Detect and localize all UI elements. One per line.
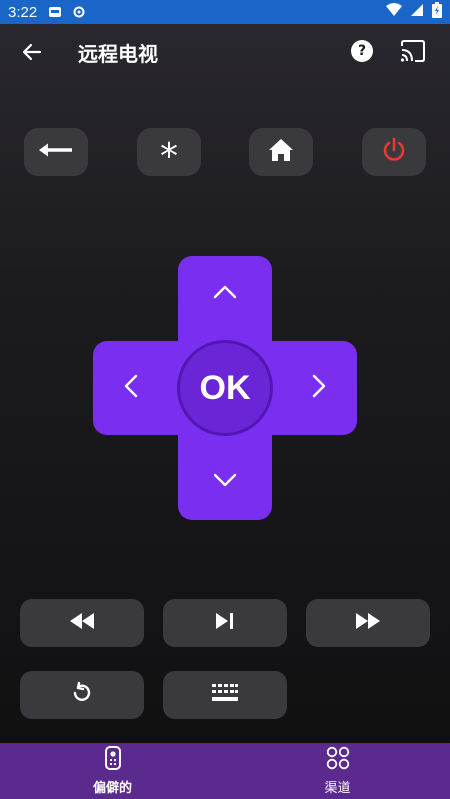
chevron-down-icon — [212, 472, 238, 492]
remote-icon — [104, 746, 122, 774]
app-notification-icon — [47, 4, 63, 20]
app-bar: 远程电视 ? — [0, 24, 450, 80]
home-button[interactable] — [249, 128, 313, 176]
dpad-left-button[interactable] — [103, 348, 159, 428]
fast-forward-icon — [355, 612, 381, 634]
dpad: OK — [93, 256, 357, 520]
grid-circles-icon — [326, 746, 350, 774]
keyboard-icon — [211, 683, 239, 707]
dpad-right-button[interactable] — [291, 348, 347, 428]
chevron-up-icon — [212, 284, 238, 304]
status-bar: 3:22 — [0, 0, 450, 24]
dpad-up-button[interactable] — [185, 266, 265, 322]
play-pause-button[interactable] — [163, 599, 287, 647]
status-time: 3:22 — [8, 3, 38, 21]
power-button[interactable] — [362, 128, 426, 176]
back-arrow-icon[interactable] — [18, 40, 46, 64]
long-arrow-left-icon — [38, 142, 74, 162]
help-icon[interactable]: ? — [351, 40, 373, 62]
top-controls: * — [24, 128, 426, 176]
cell-signal-icon — [410, 3, 424, 21]
settings-gear-icon — [71, 4, 87, 20]
replay-button[interactable] — [20, 671, 144, 719]
chevron-right-icon — [311, 373, 327, 403]
options-button[interactable]: * — [137, 128, 201, 176]
bottom-nav: 偏僻的 渠道 — [0, 743, 450, 799]
nav-label-channels: 渠道 — [324, 781, 351, 796]
asterisk-icon: * — [160, 136, 178, 177]
ok-button[interactable]: OK — [177, 340, 273, 436]
chevron-left-icon — [123, 373, 139, 403]
nav-label-remote: 偏僻的 — [92, 781, 132, 796]
back-button[interactable] — [24, 128, 88, 176]
rewind-button[interactable] — [20, 599, 144, 647]
wifi-icon — [386, 3, 402, 21]
play-pause-icon — [215, 612, 235, 634]
nav-item-channels[interactable]: 渠道 — [225, 743, 450, 799]
page-title: 远程电视 — [78, 42, 158, 66]
replay-icon — [70, 681, 94, 709]
rewind-icon — [69, 612, 95, 634]
cast-icon[interactable] — [400, 40, 426, 62]
fast-forward-button[interactable] — [306, 599, 430, 647]
battery-icon — [432, 2, 442, 22]
home-icon — [268, 138, 294, 166]
keyboard-button[interactable] — [163, 671, 287, 719]
nav-item-remote[interactable]: 偏僻的 — [0, 743, 225, 799]
power-icon — [381, 137, 407, 167]
dpad-down-button[interactable] — [185, 454, 265, 510]
